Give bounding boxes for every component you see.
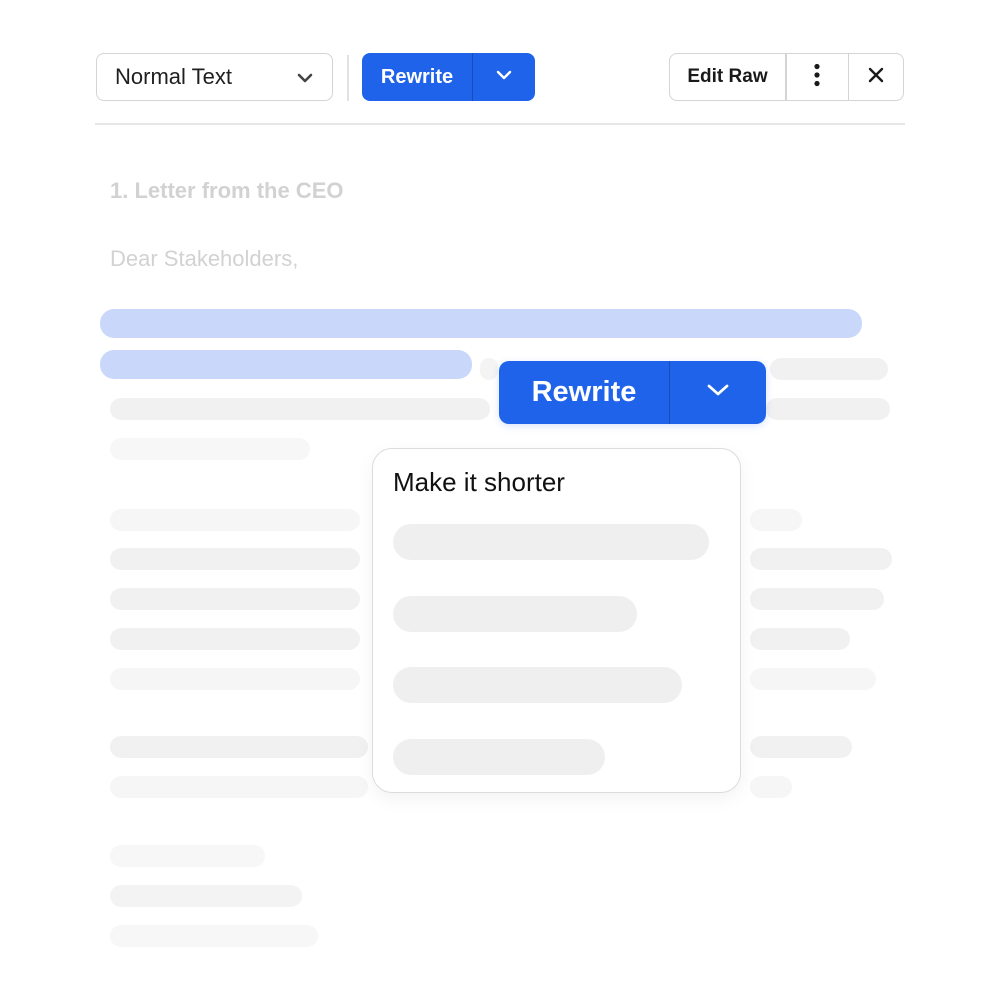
menu-item-placeholder[interactable] xyxy=(393,667,682,703)
more-options-button[interactable] xyxy=(787,54,848,100)
faded-text-line xyxy=(750,548,892,570)
document-heading: 1. Letter from the CEO xyxy=(110,178,344,203)
chevron-down-icon xyxy=(296,64,314,90)
rewrite-split-button: Rewrite xyxy=(362,53,535,101)
faded-text-line xyxy=(480,358,498,380)
text-style-select[interactable]: Normal Text xyxy=(96,53,333,101)
rewrite-options-menu: Make it shorter xyxy=(372,448,741,793)
faded-text-line xyxy=(770,358,888,380)
faded-text-line xyxy=(110,925,318,947)
faded-text-line xyxy=(750,776,792,798)
menu-item-placeholder[interactable] xyxy=(393,524,709,560)
faded-text-line xyxy=(110,628,360,650)
rewrite-dropdown-toggle[interactable] xyxy=(473,53,535,101)
floating-rewrite-button[interactable]: Rewrite xyxy=(499,361,669,424)
menu-item-placeholder[interactable] xyxy=(393,739,605,775)
chevron-down-icon xyxy=(495,68,513,86)
faded-text-line xyxy=(110,845,265,867)
close-icon xyxy=(867,66,885,89)
menu-item-make-it-shorter[interactable]: Make it shorter xyxy=(393,467,565,498)
faded-text-line xyxy=(110,509,360,531)
faded-text-line xyxy=(110,736,368,758)
text-selection-highlight xyxy=(100,309,862,338)
document-greeting: Dear Stakeholders, xyxy=(110,246,299,271)
faded-text-line xyxy=(750,509,802,531)
faded-text-line xyxy=(750,628,850,650)
faded-text-line xyxy=(110,548,360,570)
faded-text-line xyxy=(110,438,310,460)
faded-text-line xyxy=(110,588,360,610)
faded-text-line xyxy=(750,668,876,690)
faded-text-line xyxy=(110,398,490,420)
vertical-ellipsis-icon xyxy=(813,63,821,92)
toolbar-rule xyxy=(95,123,905,125)
chevron-down-icon xyxy=(705,382,731,403)
faded-text-line xyxy=(110,885,302,907)
editor-actions: Edit Raw xyxy=(669,53,904,101)
faded-text-line xyxy=(110,776,368,798)
faded-text-line xyxy=(750,588,884,610)
edit-raw-button[interactable]: Edit Raw xyxy=(670,54,785,100)
faded-text-line xyxy=(110,668,360,690)
toolbar-divider xyxy=(347,55,349,101)
faded-text-line xyxy=(750,736,852,758)
close-button[interactable] xyxy=(849,54,903,100)
text-style-value: Normal Text xyxy=(115,64,232,89)
faded-text-line xyxy=(766,398,890,420)
floating-rewrite-split-button: Rewrite xyxy=(499,361,766,424)
text-selection-highlight xyxy=(100,350,472,379)
menu-item-placeholder[interactable] xyxy=(393,596,637,632)
rewrite-button[interactable]: Rewrite xyxy=(362,53,472,101)
floating-rewrite-dropdown-toggle[interactable] xyxy=(670,361,766,424)
